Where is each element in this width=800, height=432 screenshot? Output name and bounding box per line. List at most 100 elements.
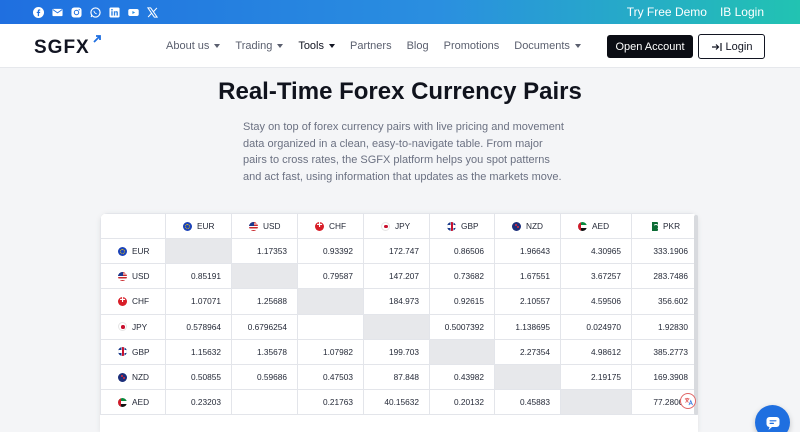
column-header-label: AED (592, 221, 610, 231)
nav-blog-label: Blog (406, 40, 429, 52)
diagonal-cell (363, 313, 430, 340)
nav-partners-label: Partners (350, 40, 392, 52)
rate-cell: 0.024970 (560, 313, 632, 340)
row-header-label: GBP (132, 346, 150, 357)
sgfx-logo[interactable]: SGFX (34, 37, 90, 59)
rate-cell: 172.747 (363, 237, 430, 265)
rate-cell: 169.3908 (631, 363, 698, 391)
column-header: USD (231, 213, 298, 239)
rate-cell: 4.59506 (560, 288, 632, 315)
ib-login-link[interactable]: IB Login (720, 5, 764, 19)
table-scrollbar[interactable] (694, 215, 698, 415)
table-row: JPY 0.578964 0.6796254 0.5007392 1.138695 0.0… (100, 313, 698, 340)
eu-flag-icon (118, 246, 127, 256)
email-icon[interactable] (52, 7, 63, 18)
rate-cell: 385.2773 (631, 338, 698, 365)
top-bar: Try Free Demo IB Login (0, 0, 800, 24)
row-header: USD (100, 263, 166, 290)
translate-widget-icon[interactable] (680, 393, 696, 409)
diagonal-cell (297, 288, 364, 315)
column-header-label: CHF (329, 221, 347, 231)
rate-cell: 0.20132 (429, 389, 495, 416)
nav-trading[interactable]: Trading (235, 40, 284, 52)
facebook-icon[interactable] (33, 6, 44, 18)
try-free-demo-link[interactable]: Try Free Demo (627, 5, 707, 19)
uk-flag-icon (118, 347, 127, 357)
main-navigation: SGFX About us Trading Tools Partners Blo… (0, 24, 800, 68)
rate-cell: 0.47503 (297, 363, 364, 391)
chevron-down-icon (277, 44, 284, 48)
login-button[interactable]: Login (698, 34, 765, 59)
rate-cell: 0.43982 (429, 363, 495, 391)
nav-documents[interactable]: Documents (514, 40, 581, 52)
nav-menu: About us Trading Tools Partners Blog Pro… (166, 40, 596, 52)
nav-tools[interactable]: Tools (298, 40, 335, 52)
column-header-label: JPY (395, 221, 411, 231)
column-header-label: EUR (197, 221, 215, 231)
row-header-label: USD (132, 271, 150, 282)
uae-flag-icon (118, 397, 127, 407)
rate-cell: 0.85191 (165, 263, 232, 290)
nav-about-us[interactable]: About us (166, 40, 221, 52)
rate-cell: 283.7486 (631, 263, 698, 290)
chevron-down-icon (329, 44, 335, 48)
table-row: NZD 0.50855 0.59686 0.47503 87.848 0.43982 2.1… (100, 363, 698, 391)
rate-cell: 0.79587 (297, 263, 364, 290)
rate-cell: 0.45883 (494, 389, 561, 416)
column-header-label: NZD (526, 221, 544, 231)
nav-promotions-label: Promotions (443, 40, 500, 52)
column-header: EUR (165, 213, 232, 239)
linkedin-icon[interactable] (109, 6, 120, 18)
rate-cell: 0.23203 (165, 389, 232, 416)
rate-cell: 1.07071 (165, 288, 232, 315)
column-header-label: PKR (663, 221, 681, 231)
nav-trading-label: Trading (235, 40, 273, 52)
column-header: PKR (631, 213, 698, 239)
rate-cell: 1.96643 (494, 237, 561, 265)
whatsapp-icon[interactable] (90, 6, 101, 18)
logo-arrow-icon (93, 35, 101, 43)
column-header-label: GBP (461, 221, 479, 231)
swiss-flag-icon (315, 221, 324, 231)
japan-flag-icon (118, 322, 127, 332)
rate-cell: 0.92615 (429, 288, 495, 315)
rate-cell: 4.30965 (560, 237, 632, 265)
nav-partners[interactable]: Partners (350, 40, 392, 52)
diagonal-cell (231, 263, 298, 290)
nav-promotions[interactable]: Promotions (444, 40, 500, 52)
nz-flag-icon (512, 221, 521, 231)
column-header-label: USD (263, 221, 281, 231)
nav-blog[interactable]: Blog (407, 40, 429, 52)
open-account-button[interactable]: Open Account (607, 35, 693, 58)
youtube-icon[interactable] (128, 7, 139, 18)
x-icon[interactable] (147, 6, 158, 18)
column-header: JPY (363, 213, 430, 239)
chevron-down-icon (214, 44, 221, 48)
row-header: JPY (100, 313, 166, 340)
chat-button[interactable] (755, 405, 790, 432)
rate-cell: 4.98612 (560, 338, 632, 365)
uae-flag-icon (578, 221, 587, 231)
nav-about-us-label: About us (166, 40, 210, 52)
nz-flag-icon (118, 372, 127, 382)
nav-documents-label: Documents (514, 40, 570, 52)
rate-cell: 3.67257 (560, 263, 632, 290)
chat-bubble-icon (766, 416, 779, 430)
row-header-label: NZD (132, 372, 150, 383)
diagonal-cell (429, 338, 495, 365)
row-header: CHF (100, 288, 166, 315)
rate-cell: 2.10557 (494, 288, 561, 315)
rate-cell: 2.27354 (494, 338, 561, 365)
rate-cell: 1.67551 (494, 263, 561, 290)
instagram-icon[interactable] (71, 6, 82, 18)
row-header: EUR (100, 237, 166, 265)
diagonal-cell (560, 389, 632, 416)
login-label: Login (725, 40, 753, 53)
row-header-label: EUR (132, 246, 150, 257)
table-header-row: EUR USD CHF JPY GBP NZD AED PKR (100, 213, 698, 239)
top-links: Try Free Demo IB Login (627, 5, 764, 19)
row-header-label: AED (132, 397, 150, 408)
social-links (33, 6, 158, 18)
rate-cell: 147.207 (363, 263, 430, 290)
chevron-down-icon (574, 44, 581, 48)
